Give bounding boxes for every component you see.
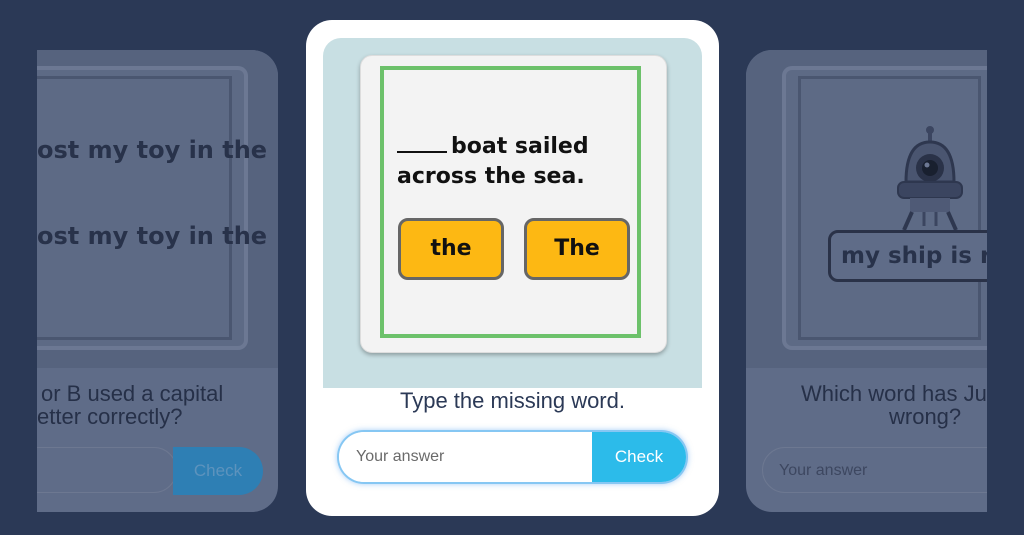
left-question-card: ost my toy in the ost my toy in the or B… xyxy=(37,50,278,512)
right-card-answer-input: Your answer xyxy=(762,447,987,493)
question-sentence: boat sailed across the sea. xyxy=(397,132,637,192)
question-slide: boat sailed across the sea. the The xyxy=(360,55,667,353)
option-b-capitalized: The xyxy=(524,218,630,280)
answer-input[interactable] xyxy=(339,432,592,482)
right-question-card: my ship is re Which word has Ju wrong? Y… xyxy=(746,50,987,512)
question-prompt: Type the missing word. xyxy=(400,388,625,413)
left-card-question: or B used a capital etter correctly? xyxy=(37,382,223,428)
left-card-question-line1: or B used a capital xyxy=(41,381,224,406)
right-card-question: Which word has Ju wrong? xyxy=(801,382,987,428)
left-card-sentence-a: ost my toy in the xyxy=(37,136,268,164)
missing-word-blank xyxy=(397,133,447,153)
right-card-phrase-box: my ship is re xyxy=(828,230,987,282)
right-card-phrase: my ship is re xyxy=(841,243,987,269)
option-a-lowercase: the xyxy=(398,218,504,280)
left-card-answer-input xyxy=(37,447,177,493)
right-card-question-line1: Which word has Ju xyxy=(801,381,987,406)
left-card-question-line2: etter correctly? xyxy=(37,404,183,429)
left-card-slide xyxy=(37,66,248,350)
right-card-answer-row: Your answer xyxy=(762,447,987,495)
left-card-sentence-b: ost my toy in the xyxy=(37,222,268,250)
question-image-area: boat sailed across the sea. the The xyxy=(323,38,702,388)
right-card-image-area: my ship is re xyxy=(746,50,987,368)
main-question-card: boat sailed across the sea. the The Type… xyxy=(306,20,719,516)
robot-icon xyxy=(897,126,963,231)
right-card-question-line2: wrong? xyxy=(889,404,962,429)
left-card-frame xyxy=(37,76,232,340)
check-button[interactable]: Check xyxy=(592,432,686,482)
question-frame: boat sailed across the sea. the The xyxy=(380,66,641,338)
left-card-image-area: ost my toy in the ost my toy in the xyxy=(37,50,278,368)
left-card-answer-row: Check xyxy=(37,447,263,495)
left-card-check-button: Check xyxy=(173,447,263,495)
answer-row: Check xyxy=(339,432,686,482)
